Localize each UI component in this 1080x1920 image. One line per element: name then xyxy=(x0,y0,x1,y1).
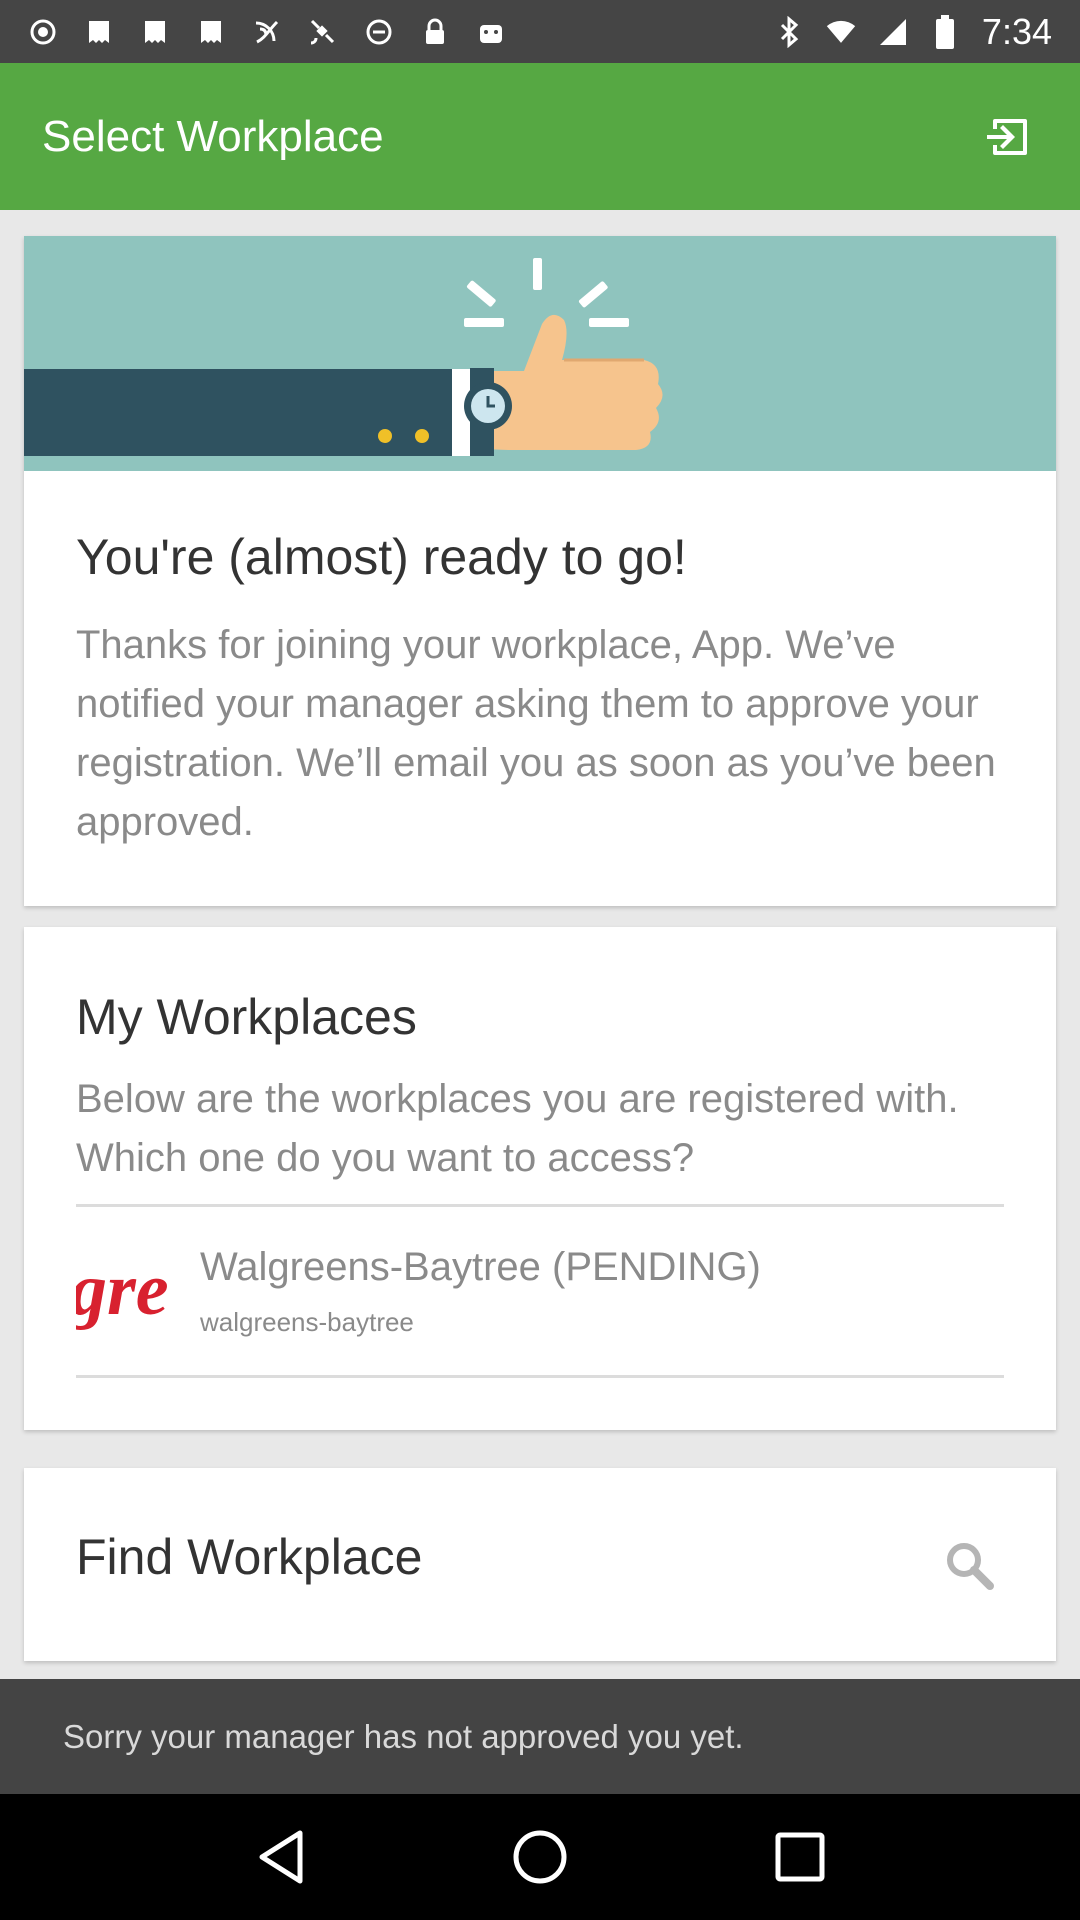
news-icon xyxy=(196,17,226,47)
svg-text:gre: gre xyxy=(76,1249,169,1331)
satellite-icon xyxy=(308,17,338,47)
battery-icon xyxy=(930,14,960,49)
back-button[interactable] xyxy=(245,1822,315,1892)
status-bar: 7:34 xyxy=(0,0,1080,63)
find-workplace-title: Find Workplace xyxy=(76,1529,423,1585)
navigation-bar xyxy=(0,1794,1080,1920)
recents-button[interactable] xyxy=(765,1822,835,1892)
bluetooth-icon xyxy=(774,15,804,48)
lock-icon xyxy=(420,17,450,47)
app-bar: Select Workplace xyxy=(0,63,1080,210)
snackbar-message: Sorry your manager has not approved you … xyxy=(63,1717,744,1755)
thumbs-up-illustration xyxy=(24,236,1056,471)
divider xyxy=(76,1375,1004,1378)
broadcast-icon xyxy=(252,17,282,47)
signal-icon xyxy=(878,17,908,47)
home-button[interactable] xyxy=(505,1822,575,1892)
news-icon xyxy=(140,17,170,47)
workplace-slug: walgreens-baytree xyxy=(200,1307,414,1337)
news-icon xyxy=(84,17,114,47)
walgreens-logo: gre xyxy=(76,1242,180,1346)
search-icon xyxy=(947,1543,994,1590)
workplace-list-item[interactable]: gre Walgreens-Baytree (PENDING) walgreen… xyxy=(24,1207,1056,1377)
workplaces-card: My Workplaces Below are the workplaces y… xyxy=(24,927,1056,1430)
exit-icon xyxy=(987,118,1027,155)
workplaces-title: My Workplaces xyxy=(76,989,417,1045)
workplace-name: Walgreens-Baytree (PENDING) xyxy=(200,1245,761,1289)
back-icon xyxy=(259,1830,303,1884)
clock: 7:34 xyxy=(981,10,1052,52)
workplaces-description: Below are the workplaces you are registe… xyxy=(76,1077,959,1180)
ready-title: You're (almost) ready to go! xyxy=(76,529,687,585)
ready-message: Thanks for joining your workplace, App. … xyxy=(76,623,996,844)
android-icon xyxy=(476,17,506,47)
exit-button[interactable] xyxy=(976,106,1038,168)
snackbar: Sorry your manager has not approved you … xyxy=(0,1679,1080,1794)
recents-icon xyxy=(775,1832,825,1882)
dnd-icon xyxy=(364,17,394,47)
page-title: Select Workplace xyxy=(42,111,384,161)
ready-card: You're (almost) ready to go! Thanks for … xyxy=(24,236,1056,906)
search-button[interactable] xyxy=(940,1536,1000,1596)
home-icon xyxy=(513,1830,567,1884)
find-workplace-card[interactable]: Find Workplace xyxy=(24,1468,1056,1661)
record-icon xyxy=(28,17,58,47)
wifi-icon xyxy=(826,17,856,47)
